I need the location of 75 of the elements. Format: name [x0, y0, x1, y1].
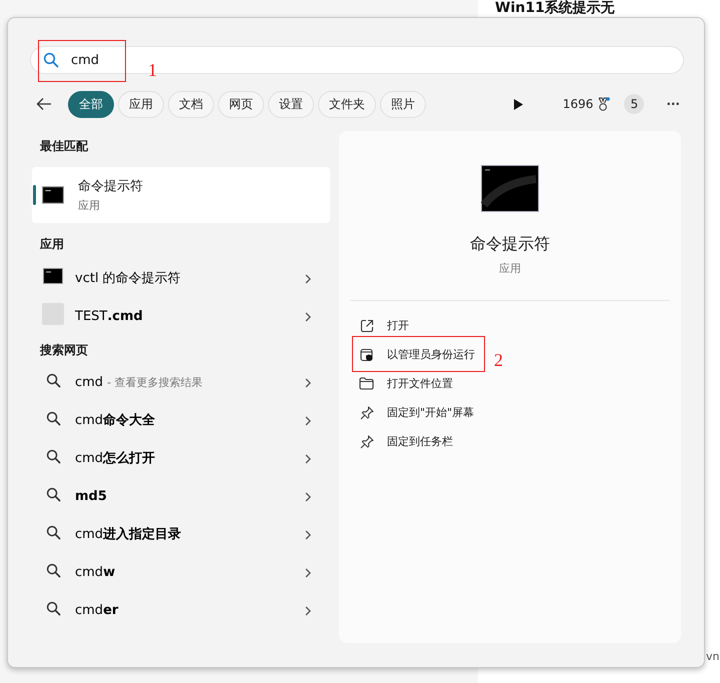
back-arrow-icon [36, 97, 52, 111]
shield-window-icon [360, 348, 374, 362]
search-icon [46, 372, 60, 388]
result-label: TEST.cmd [75, 308, 143, 324]
search-icon [46, 600, 60, 616]
result-label: cmd进入指定目录 [75, 526, 182, 543]
play-icon [514, 98, 523, 110]
annotation-number: 2 [494, 350, 503, 371]
search-icon [46, 524, 60, 540]
action-item[interactable]: 固定到任务栏 [359, 427, 453, 456]
action-item[interactable]: 固定到"开始"屏幕 [359, 398, 474, 427]
chevron-right-icon [304, 606, 312, 616]
web-result[interactable]: cmd命令大全 [32, 401, 330, 439]
chevron-right-icon [304, 530, 312, 540]
result-hint: - 查看更多搜索结果 [107, 374, 203, 390]
filter-tab[interactable]: 文件夹 [318, 90, 376, 118]
web-result[interactable]: cmd - 查看更多搜索结果 [32, 363, 330, 401]
filter-tab[interactable]: 应用 [118, 90, 164, 118]
result-label: cmd命令大全 [75, 412, 156, 429]
action-item[interactable]: 打开文件位置 [359, 369, 453, 398]
web-result[interactable]: md5 [32, 477, 330, 515]
chevron-right-icon [304, 492, 312, 502]
chevron-right-icon [304, 416, 312, 426]
app-result[interactable]: vctl 的命令提示符 [32, 259, 330, 297]
search-icon [43, 52, 59, 68]
search-icon [46, 410, 60, 426]
pin-icon [360, 406, 374, 420]
web-result[interactable]: cmder [32, 591, 330, 629]
annotation-number: 1 [148, 60, 157, 81]
result-subtitle: 应用 [78, 198, 101, 213]
search-field[interactable]: cmd [71, 52, 127, 68]
search-icon [46, 486, 60, 502]
notification-badge[interactable]: 5 [624, 94, 644, 114]
app-result[interactable]: TEST.cmd [32, 297, 330, 335]
app-title: 命令提示符 [470, 234, 550, 255]
chevron-right-icon [304, 378, 312, 388]
terminal-icon [481, 165, 539, 212]
filter-tab[interactable]: 文档 [168, 90, 214, 118]
article-heading: Win11系统提示无 [495, 0, 615, 17]
best-match-item[interactable]: 命令提示符 应用 [32, 167, 330, 223]
filter-tab[interactable]: 设置 [268, 90, 314, 118]
section-heading: 搜索网页 [40, 342, 89, 359]
rewards-points[interactable]: 1696 [562, 96, 610, 112]
app-type: 应用 [499, 261, 521, 276]
open-external-icon [360, 318, 374, 332]
chevron-right-icon [304, 274, 312, 284]
chevron-right-icon [304, 454, 312, 464]
web-result[interactable]: cmdw [32, 553, 330, 591]
section-heading: 最佳匹配 [40, 138, 89, 155]
result-label: md5 [75, 488, 107, 504]
action-item[interactable]: 打开 [359, 311, 409, 340]
chevron-right-icon [304, 312, 312, 322]
result-label: cmder [75, 602, 118, 618]
folder-icon [359, 377, 374, 390]
pin-icon [360, 434, 374, 448]
search-icon [46, 448, 60, 464]
chevron-right-icon [304, 568, 312, 578]
medal-icon [596, 96, 610, 112]
search-icon [46, 562, 60, 578]
action-item[interactable]: 以管理员身份运行 [359, 340, 475, 369]
result-label: cmd怎么打开 [75, 450, 156, 467]
filter-tab[interactable]: 网页 [218, 90, 264, 118]
section-heading: 应用 [40, 236, 65, 253]
result-title: 命令提示符 [78, 178, 143, 195]
result-label: vctl 的命令提示符 [75, 270, 181, 287]
more-button[interactable]: ··· [662, 97, 684, 111]
result-label: cmd [75, 374, 104, 390]
web-result[interactable]: cmd怎么打开 [32, 439, 330, 477]
article-text: vn [706, 650, 720, 663]
result-label: cmdw [75, 564, 116, 580]
terminal-icon [42, 186, 64, 204]
terminal-icon [43, 268, 63, 284]
filter-tab[interactable]: 照片 [380, 90, 426, 118]
web-result[interactable]: cmd进入指定目录 [32, 515, 330, 553]
filter-tab[interactable]: 全部 [68, 90, 114, 118]
